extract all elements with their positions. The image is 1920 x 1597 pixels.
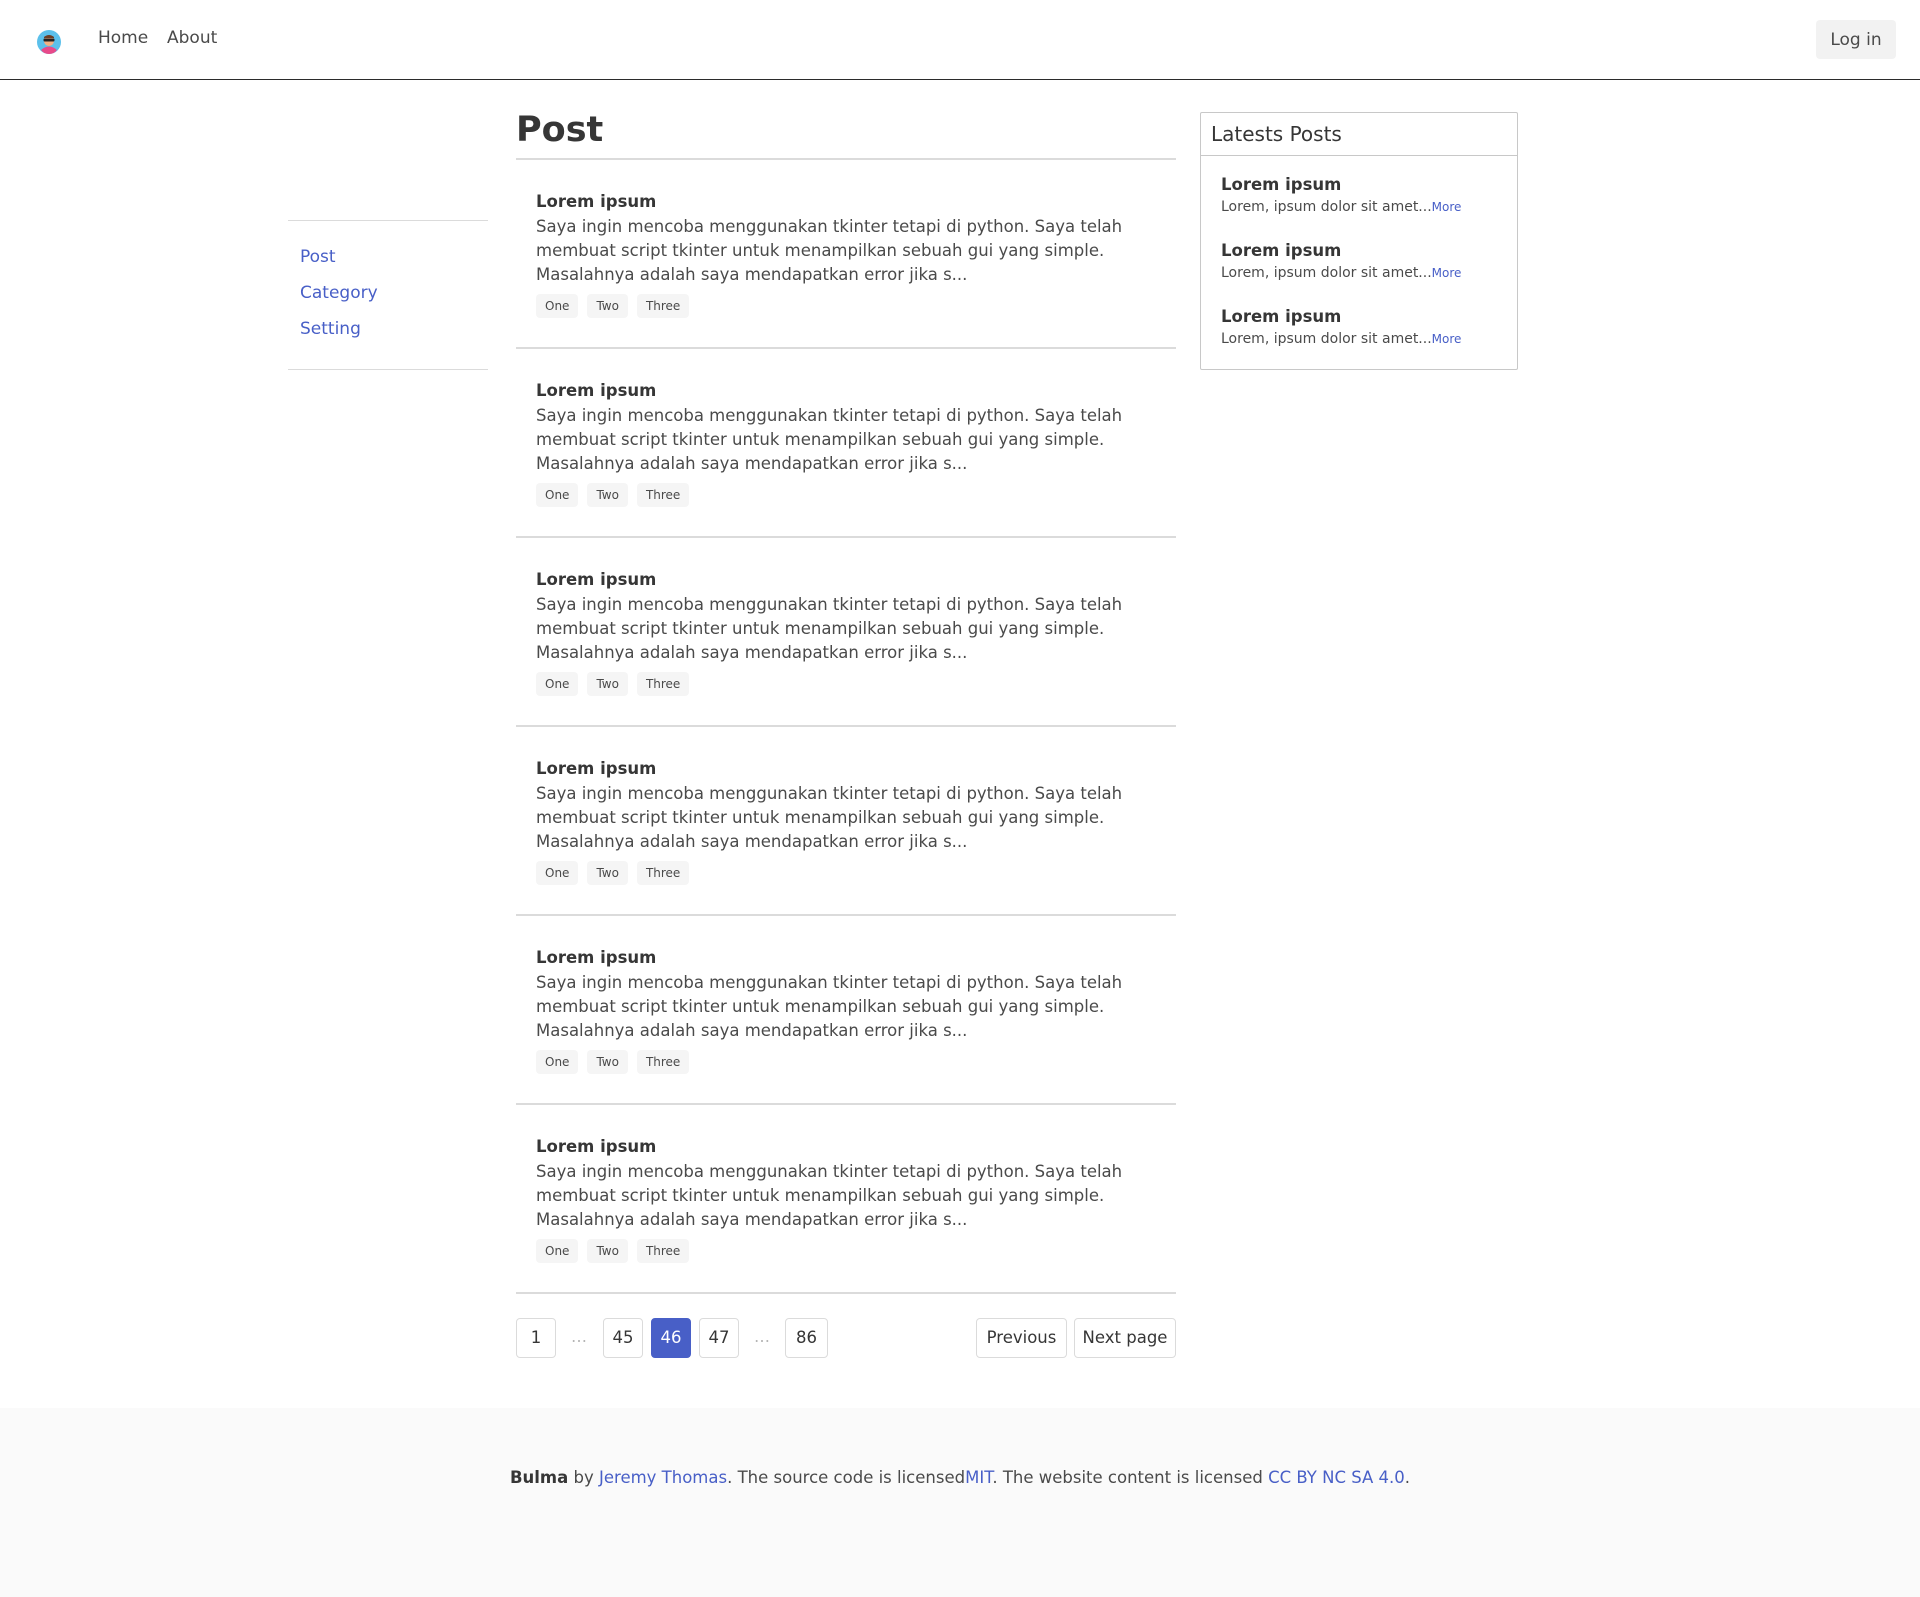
post-item: Lorem ipsum Saya ingin mencoba menggunaka…	[516, 727, 1176, 916]
latest-post-item: Lorem ipsum Lorem, ipsum dolor sit amet..…	[1221, 174, 1517, 240]
tag[interactable]: One	[536, 672, 579, 696]
latest-post-item: Lorem ipsum Lorem, ipsum dolor sit amet..…	[1221, 240, 1517, 306]
latest-post-snippet-text: Lorem, ipsum dolor sit amet...	[1221, 331, 1432, 347]
footer-text-end: .	[1404, 1468, 1411, 1487]
footer-mit-link[interactable]: MIT	[965, 1468, 992, 1487]
tag[interactable]: Two	[587, 1050, 628, 1074]
login-button[interactable]: Log in	[1816, 20, 1896, 59]
main-content: Post Lorem ipsum Saya ingin mencoba mengg…	[516, 100, 1176, 1358]
pagination-ellipsis: …	[571, 1327, 587, 1346]
navbar: Home About Log in	[0, 0, 1920, 80]
tag[interactable]: One	[536, 483, 579, 507]
nav-about-link[interactable]: About	[167, 28, 217, 48]
footer-text: Bulma by Jeremy Thomas. The source code …	[0, 1468, 1920, 1487]
sidebar-item-post[interactable]: Post	[288, 241, 488, 277]
post-title[interactable]: Lorem ipsum	[536, 758, 1156, 780]
sidebar-menu: Post Category Setting	[288, 220, 488, 370]
previous-page-button[interactable]: Previous	[976, 1318, 1067, 1358]
latest-post-snippet: Lorem, ipsum dolor sit amet...More	[1221, 328, 1517, 350]
latest-post-title[interactable]: Lorem ipsum	[1221, 306, 1517, 328]
post-title[interactable]: Lorem ipsum	[536, 380, 1156, 402]
post-excerpt: Saya ingin mencoba menggunakan tkinter t…	[536, 406, 1123, 473]
latest-post-snippet: Lorem, ipsum dolor sit amet...More	[1221, 262, 1517, 284]
sidebar-item-setting[interactable]: Setting	[288, 313, 488, 349]
footer-brand: Bulma	[509, 1468, 569, 1487]
latest-post-more-link[interactable]: More	[1432, 266, 1462, 280]
post-tags: One Two Three	[536, 672, 1156, 696]
post-excerpt: Saya ingin mencoba menggunakan tkinter t…	[536, 784, 1123, 851]
footer-author-link[interactable]: Jeremy Thomas	[599, 1468, 727, 1487]
avatar-logo-icon[interactable]	[37, 30, 61, 54]
post-title[interactable]: Lorem ipsum	[536, 947, 1156, 969]
latest-posts-panel: Latests Posts Lorem ipsum Lorem, ipsum do…	[1200, 112, 1518, 370]
tag[interactable]: Three	[636, 672, 690, 696]
pagination: 1 … 45 46 47 … 86 Previous Next page	[516, 1318, 1176, 1358]
page-link-prev-number[interactable]: 45	[603, 1318, 643, 1358]
tag[interactable]: Three	[636, 483, 690, 507]
post-title[interactable]: Lorem ipsum	[536, 1136, 1156, 1158]
post-list: Lorem ipsum Saya ingin mencoba menggunaka…	[516, 160, 1176, 1294]
post-excerpt: Saya ingin mencoba menggunakan tkinter t…	[536, 217, 1123, 284]
latest-posts-heading: Latests Posts	[1201, 113, 1517, 156]
latest-post-title[interactable]: Lorem ipsum	[1221, 174, 1517, 196]
post-tags: One Two Three	[536, 294, 1156, 318]
sidebar-item-category[interactable]: Category	[288, 277, 488, 313]
tag[interactable]: Two	[587, 1239, 628, 1263]
footer-text-mid: . The source code is licensed	[727, 1468, 966, 1487]
tag[interactable]: One	[536, 1239, 579, 1263]
post-item: Lorem ipsum Saya ingin mencoba menggunaka…	[516, 1105, 1176, 1294]
footer: Bulma by Jeremy Thomas. The source code …	[0, 1408, 1920, 1597]
latest-posts-list: Lorem ipsum Lorem, ipsum dolor sit amet..…	[1201, 156, 1517, 372]
footer-cc-license-link[interactable]: CC BY NC SA 4.0	[1268, 1468, 1405, 1487]
latest-post-more-link[interactable]: More	[1432, 332, 1462, 346]
post-tags: One Two Three	[536, 1239, 1156, 1263]
tag[interactable]: Two	[587, 483, 628, 507]
pagination-ellipsis: …	[754, 1327, 770, 1346]
next-page-button[interactable]: Next page	[1074, 1318, 1176, 1358]
footer-by: by	[568, 1468, 599, 1487]
tag[interactable]: Two	[587, 861, 628, 885]
post-excerpt: Saya ingin mencoba menggunakan tkinter t…	[536, 595, 1123, 662]
page-title: Post	[516, 100, 1176, 160]
post-title[interactable]: Lorem ipsum	[536, 191, 1156, 213]
tag[interactable]: Two	[587, 294, 628, 318]
page-link-first[interactable]: 1	[516, 1318, 556, 1358]
tag[interactable]: Three	[636, 1050, 690, 1074]
latest-post-snippet-text: Lorem, ipsum dolor sit amet...	[1221, 265, 1432, 281]
tag[interactable]: Three	[636, 861, 690, 885]
post-item: Lorem ipsum Saya ingin mencoba menggunaka…	[516, 349, 1176, 538]
tag[interactable]: One	[536, 1050, 579, 1074]
nav-home-link[interactable]: Home	[98, 28, 148, 48]
latest-post-item: Lorem ipsum Lorem, ipsum dolor sit amet..…	[1221, 306, 1517, 372]
latest-post-snippet: Lorem, ipsum dolor sit amet...More	[1221, 196, 1517, 218]
tag[interactable]: Two	[587, 672, 628, 696]
post-tags: One Two Three	[536, 1050, 1156, 1074]
footer-text-mid2: . The website content is licensed	[992, 1468, 1269, 1487]
post-excerpt: Saya ingin mencoba menggunakan tkinter t…	[536, 973, 1123, 1040]
tag[interactable]: One	[536, 861, 579, 885]
post-item: Lorem ipsum Saya ingin mencoba menggunaka…	[516, 538, 1176, 727]
post-title[interactable]: Lorem ipsum	[536, 569, 1156, 591]
tag[interactable]: Three	[636, 1239, 690, 1263]
latest-post-title[interactable]: Lorem ipsum	[1221, 240, 1517, 262]
post-item: Lorem ipsum Saya ingin mencoba menggunaka…	[516, 160, 1176, 349]
latest-post-snippet-text: Lorem, ipsum dolor sit amet...	[1221, 199, 1432, 215]
post-excerpt: Saya ingin mencoba menggunakan tkinter t…	[536, 1162, 1123, 1229]
post-tags: One Two Three	[536, 483, 1156, 507]
post-item: Lorem ipsum Saya ingin mencoba menggunaka…	[516, 916, 1176, 1105]
latest-post-more-link[interactable]: More	[1432, 200, 1462, 214]
page-link-current[interactable]: 46	[651, 1318, 691, 1358]
page-link-next-number[interactable]: 47	[699, 1318, 739, 1358]
tag[interactable]: Three	[636, 294, 690, 318]
avatar-logo-icon-graphic	[37, 30, 61, 54]
post-tags: One Two Three	[536, 861, 1156, 885]
page-link-last[interactable]: 86	[785, 1318, 828, 1358]
tag[interactable]: One	[536, 294, 579, 318]
